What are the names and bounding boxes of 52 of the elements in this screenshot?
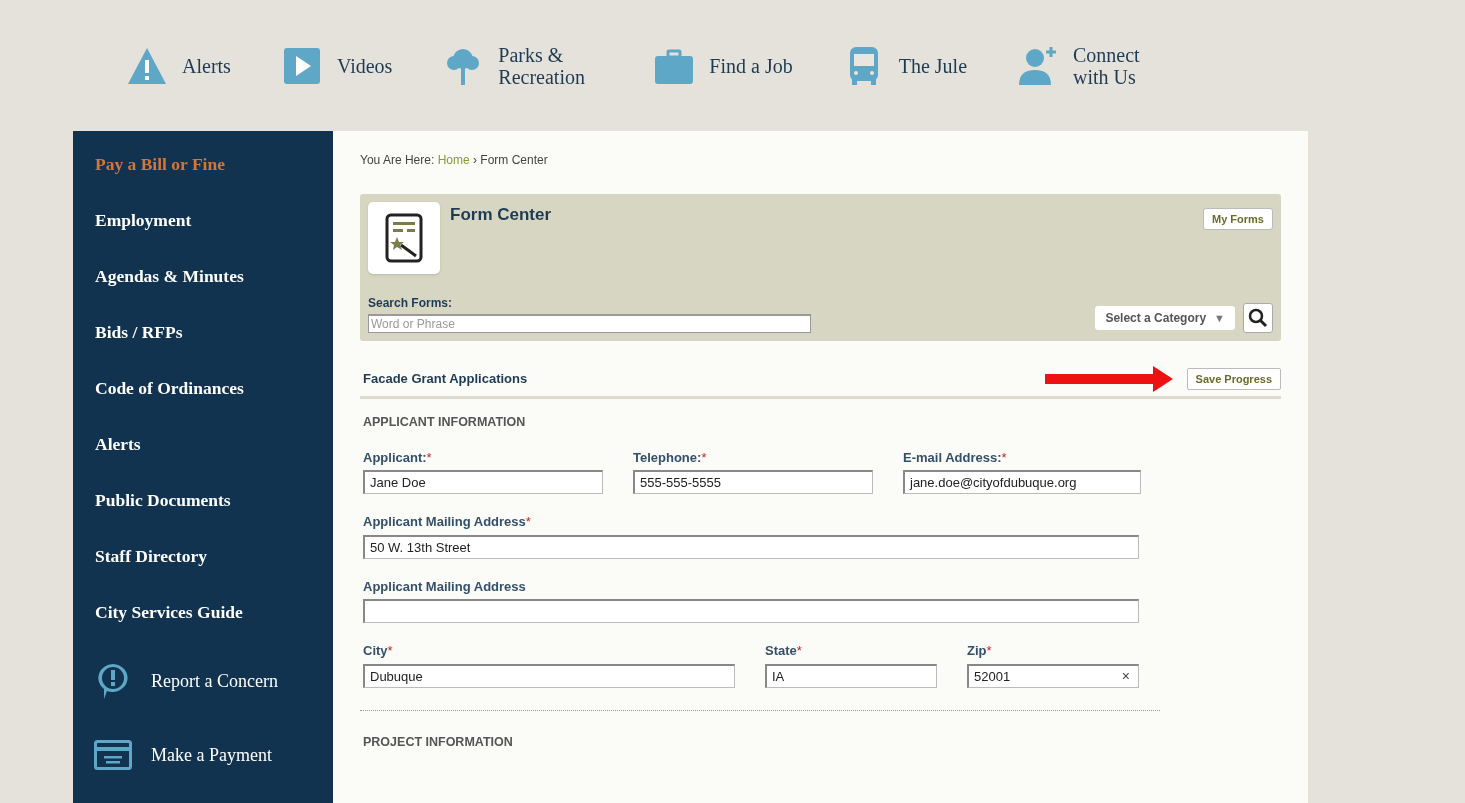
search-field[interactable]: Word or Phrase xyxy=(368,314,811,333)
text-field[interactable]: IA xyxy=(765,663,937,688)
search-label: Search Forms: xyxy=(368,295,454,312)
add-person-icon xyxy=(1017,44,1059,87)
text-field[interactable] xyxy=(363,599,1139,624)
sidebar-item[interactable]: Bids / RFPs xyxy=(73,319,333,375)
section-heading: PROJECT INFORMATION xyxy=(363,733,514,751)
text-field[interactable]: Dubuque xyxy=(363,663,735,688)
sidebar-item[interactable]: City Services Guide xyxy=(73,599,333,655)
panel-title: Form Center xyxy=(450,204,553,226)
breadcrumb-current: Form Center xyxy=(480,153,548,167)
field-label: City* xyxy=(363,642,394,661)
arrow-icon xyxy=(1044,366,1173,392)
save-progress-button[interactable]: Save Progress xyxy=(1186,368,1281,390)
search-button[interactable] xyxy=(1243,303,1273,333)
field-label: Applicant Mailing Address* xyxy=(363,513,532,532)
nav-link[interactable]: Connect with Us xyxy=(1073,43,1178,88)
breadcrumb-label: You Are Here: xyxy=(360,153,436,167)
text-field[interactable]: 52001 × xyxy=(967,663,1139,688)
field-label: Zip* xyxy=(967,642,993,661)
card-icon xyxy=(94,740,132,770)
nav-link[interactable]: Parks & Recreation xyxy=(498,43,604,88)
field-label: Applicant Mailing Address xyxy=(363,577,527,596)
sidebar-item[interactable]: Pay a Bill or Fine xyxy=(73,151,333,207)
action-link[interactable]: Report a Concern xyxy=(151,667,278,695)
text-field[interactable]: jane.doe@cityofdubuque.org xyxy=(903,470,1141,495)
nav-link[interactable]: Find a Job xyxy=(709,54,793,77)
action-link[interactable]: Make a Payment xyxy=(151,741,272,769)
breadcrumb-separator: › xyxy=(472,153,478,167)
alert-bubble-icon xyxy=(95,661,131,701)
text-field[interactable]: 555-555-5555 xyxy=(633,470,873,495)
form-title: Facade Grant Applications xyxy=(363,370,528,389)
field-label: Applicant:* xyxy=(363,448,433,467)
field-label: State* xyxy=(765,642,803,661)
text-field[interactable]: Jane Doe xyxy=(363,470,603,495)
section-heading: APPLICANT INFORMATION xyxy=(363,414,527,431)
sidebar-item[interactable]: Code of Ordinances xyxy=(73,375,333,431)
nav-link[interactable]: The Jule xyxy=(898,54,967,77)
nav-link[interactable]: Videos xyxy=(336,54,393,77)
category-dropdown[interactable]: Select a Category ▼ xyxy=(1095,306,1235,330)
nav-link[interactable]: Alerts xyxy=(182,54,231,77)
form-wand-icon xyxy=(368,202,440,274)
text-field[interactable]: 50 W. 13th Street xyxy=(363,534,1139,559)
field-label: Telephone:* xyxy=(633,448,708,467)
clear-button[interactable]: × xyxy=(1118,665,1133,687)
my-forms-button[interactable]: My Forms xyxy=(1203,208,1273,230)
field-label: E-mail Address:* xyxy=(903,448,1008,467)
sidebar-item[interactable]: Staff Directory xyxy=(73,543,333,599)
sidebar-item[interactable]: Agendas & Minutes xyxy=(73,263,333,319)
sidebar-item[interactable]: Alerts xyxy=(73,431,333,487)
sidebar-item[interactable]: Public Documents xyxy=(73,487,333,543)
sidebar-item[interactable]: Employment xyxy=(73,207,333,263)
